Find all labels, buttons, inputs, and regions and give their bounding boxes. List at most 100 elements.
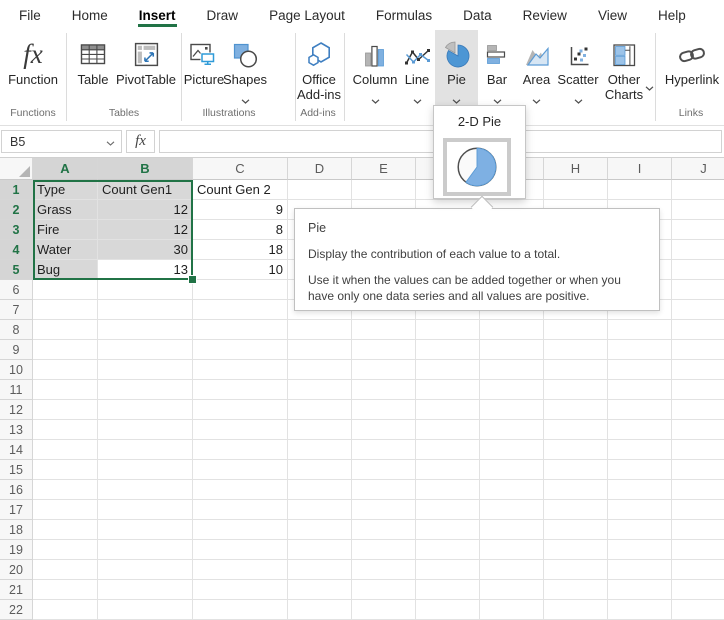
column-header-H[interactable]: H bbox=[544, 158, 608, 180]
cell-B19[interactable] bbox=[98, 540, 193, 560]
cell-G12[interactable] bbox=[480, 400, 544, 420]
cell-H20[interactable] bbox=[544, 560, 608, 580]
cell-I20[interactable] bbox=[608, 560, 672, 580]
tab-help[interactable]: Help bbox=[657, 3, 687, 27]
cell-B9[interactable] bbox=[98, 340, 193, 360]
cell-D14[interactable] bbox=[288, 440, 352, 460]
cell-H11[interactable] bbox=[544, 380, 608, 400]
cell-B1[interactable]: Count Gen1 bbox=[98, 180, 193, 200]
row-header-14[interactable]: 14 bbox=[0, 440, 33, 460]
cell-J16[interactable] bbox=[672, 480, 724, 500]
cell-F21[interactable] bbox=[416, 580, 480, 600]
cell-C20[interactable] bbox=[193, 560, 288, 580]
table-button[interactable]: Table bbox=[72, 31, 114, 87]
cell-H22[interactable] bbox=[544, 600, 608, 620]
cell-H19[interactable] bbox=[544, 540, 608, 560]
cell-A2[interactable]: Grass bbox=[33, 200, 98, 220]
cell-H10[interactable] bbox=[544, 360, 608, 380]
cell-A19[interactable] bbox=[33, 540, 98, 560]
row-header-9[interactable]: 9 bbox=[0, 340, 33, 360]
cell-A15[interactable] bbox=[33, 460, 98, 480]
cell-G20[interactable] bbox=[480, 560, 544, 580]
row-header-17[interactable]: 17 bbox=[0, 500, 33, 520]
column-header-I[interactable]: I bbox=[608, 158, 672, 180]
cell-J3[interactable] bbox=[672, 220, 724, 240]
area-chart-button[interactable]: Area bbox=[516, 31, 557, 109]
row-header-20[interactable]: 20 bbox=[0, 560, 33, 580]
cell-G18[interactable] bbox=[480, 520, 544, 540]
cell-J15[interactable] bbox=[672, 460, 724, 480]
column-header-J[interactable]: J bbox=[672, 158, 724, 180]
row-header-3[interactable]: 3 bbox=[0, 220, 33, 240]
cell-A21[interactable] bbox=[33, 580, 98, 600]
cell-C5[interactable]: 10 bbox=[193, 260, 288, 280]
chevron-down-icon[interactable] bbox=[532, 91, 541, 109]
cell-A12[interactable] bbox=[33, 400, 98, 420]
tab-page-layout[interactable]: Page Layout bbox=[268, 3, 346, 27]
cell-I17[interactable] bbox=[608, 500, 672, 520]
column-chart-button[interactable]: Column bbox=[352, 31, 398, 109]
cell-H16[interactable] bbox=[544, 480, 608, 500]
cell-B3[interactable]: 12 bbox=[98, 220, 193, 240]
pie-chart-button[interactable]: Pie bbox=[437, 31, 476, 109]
cell-C7[interactable] bbox=[193, 300, 288, 320]
cell-B10[interactable] bbox=[98, 360, 193, 380]
cell-F9[interactable] bbox=[416, 340, 480, 360]
cell-F22[interactable] bbox=[416, 600, 480, 620]
cell-J10[interactable] bbox=[672, 360, 724, 380]
cell-F11[interactable] bbox=[416, 380, 480, 400]
column-header-E[interactable]: E bbox=[352, 158, 416, 180]
cell-A18[interactable] bbox=[33, 520, 98, 540]
cell-B13[interactable] bbox=[98, 420, 193, 440]
cell-G11[interactable] bbox=[480, 380, 544, 400]
cell-C18[interactable] bbox=[193, 520, 288, 540]
cell-E8[interactable] bbox=[352, 320, 416, 340]
cell-E13[interactable] bbox=[352, 420, 416, 440]
cell-J14[interactable] bbox=[672, 440, 724, 460]
row-header-10[interactable]: 10 bbox=[0, 360, 33, 380]
scatter-chart-button[interactable]: Scatter bbox=[556, 31, 600, 109]
cell-D10[interactable] bbox=[288, 360, 352, 380]
cell-I1[interactable] bbox=[608, 180, 672, 200]
cell-B2[interactable]: 12 bbox=[98, 200, 193, 220]
cell-C11[interactable] bbox=[193, 380, 288, 400]
cell-I12[interactable] bbox=[608, 400, 672, 420]
chevron-down-icon[interactable] bbox=[371, 91, 380, 109]
cell-C2[interactable]: 9 bbox=[193, 200, 288, 220]
cell-A22[interactable] bbox=[33, 600, 98, 620]
tab-review[interactable]: Review bbox=[522, 3, 568, 27]
cell-C12[interactable] bbox=[193, 400, 288, 420]
cell-B20[interactable] bbox=[98, 560, 193, 580]
cell-D12[interactable] bbox=[288, 400, 352, 420]
cell-C8[interactable] bbox=[193, 320, 288, 340]
cell-F8[interactable] bbox=[416, 320, 480, 340]
cell-E19[interactable] bbox=[352, 540, 416, 560]
cell-F14[interactable] bbox=[416, 440, 480, 460]
cell-A9[interactable] bbox=[33, 340, 98, 360]
cell-D16[interactable] bbox=[288, 480, 352, 500]
chevron-down-icon[interactable] bbox=[413, 91, 422, 109]
cell-D8[interactable] bbox=[288, 320, 352, 340]
chevron-down-icon[interactable] bbox=[645, 78, 654, 96]
cell-G8[interactable] bbox=[480, 320, 544, 340]
cell-C13[interactable] bbox=[193, 420, 288, 440]
cell-G19[interactable] bbox=[480, 540, 544, 560]
cell-J8[interactable] bbox=[672, 320, 724, 340]
row-header-15[interactable]: 15 bbox=[0, 460, 33, 480]
cell-C16[interactable] bbox=[193, 480, 288, 500]
cell-E21[interactable] bbox=[352, 580, 416, 600]
cell-A4[interactable]: Water bbox=[33, 240, 98, 260]
cell-H9[interactable] bbox=[544, 340, 608, 360]
tab-draw[interactable]: Draw bbox=[206, 3, 240, 27]
cell-D17[interactable] bbox=[288, 500, 352, 520]
hyperlink-button[interactable]: Hyperlink bbox=[662, 31, 722, 87]
cell-A3[interactable]: Fire bbox=[33, 220, 98, 240]
cell-E11[interactable] bbox=[352, 380, 416, 400]
line-chart-button[interactable]: Line bbox=[399, 31, 435, 109]
function-button[interactable]: fx Function bbox=[4, 31, 62, 87]
cell-F16[interactable] bbox=[416, 480, 480, 500]
row-header-7[interactable]: 7 bbox=[0, 300, 33, 320]
2d-pie-gallery-item[interactable] bbox=[443, 138, 511, 196]
cell-A8[interactable] bbox=[33, 320, 98, 340]
cell-C6[interactable] bbox=[193, 280, 288, 300]
